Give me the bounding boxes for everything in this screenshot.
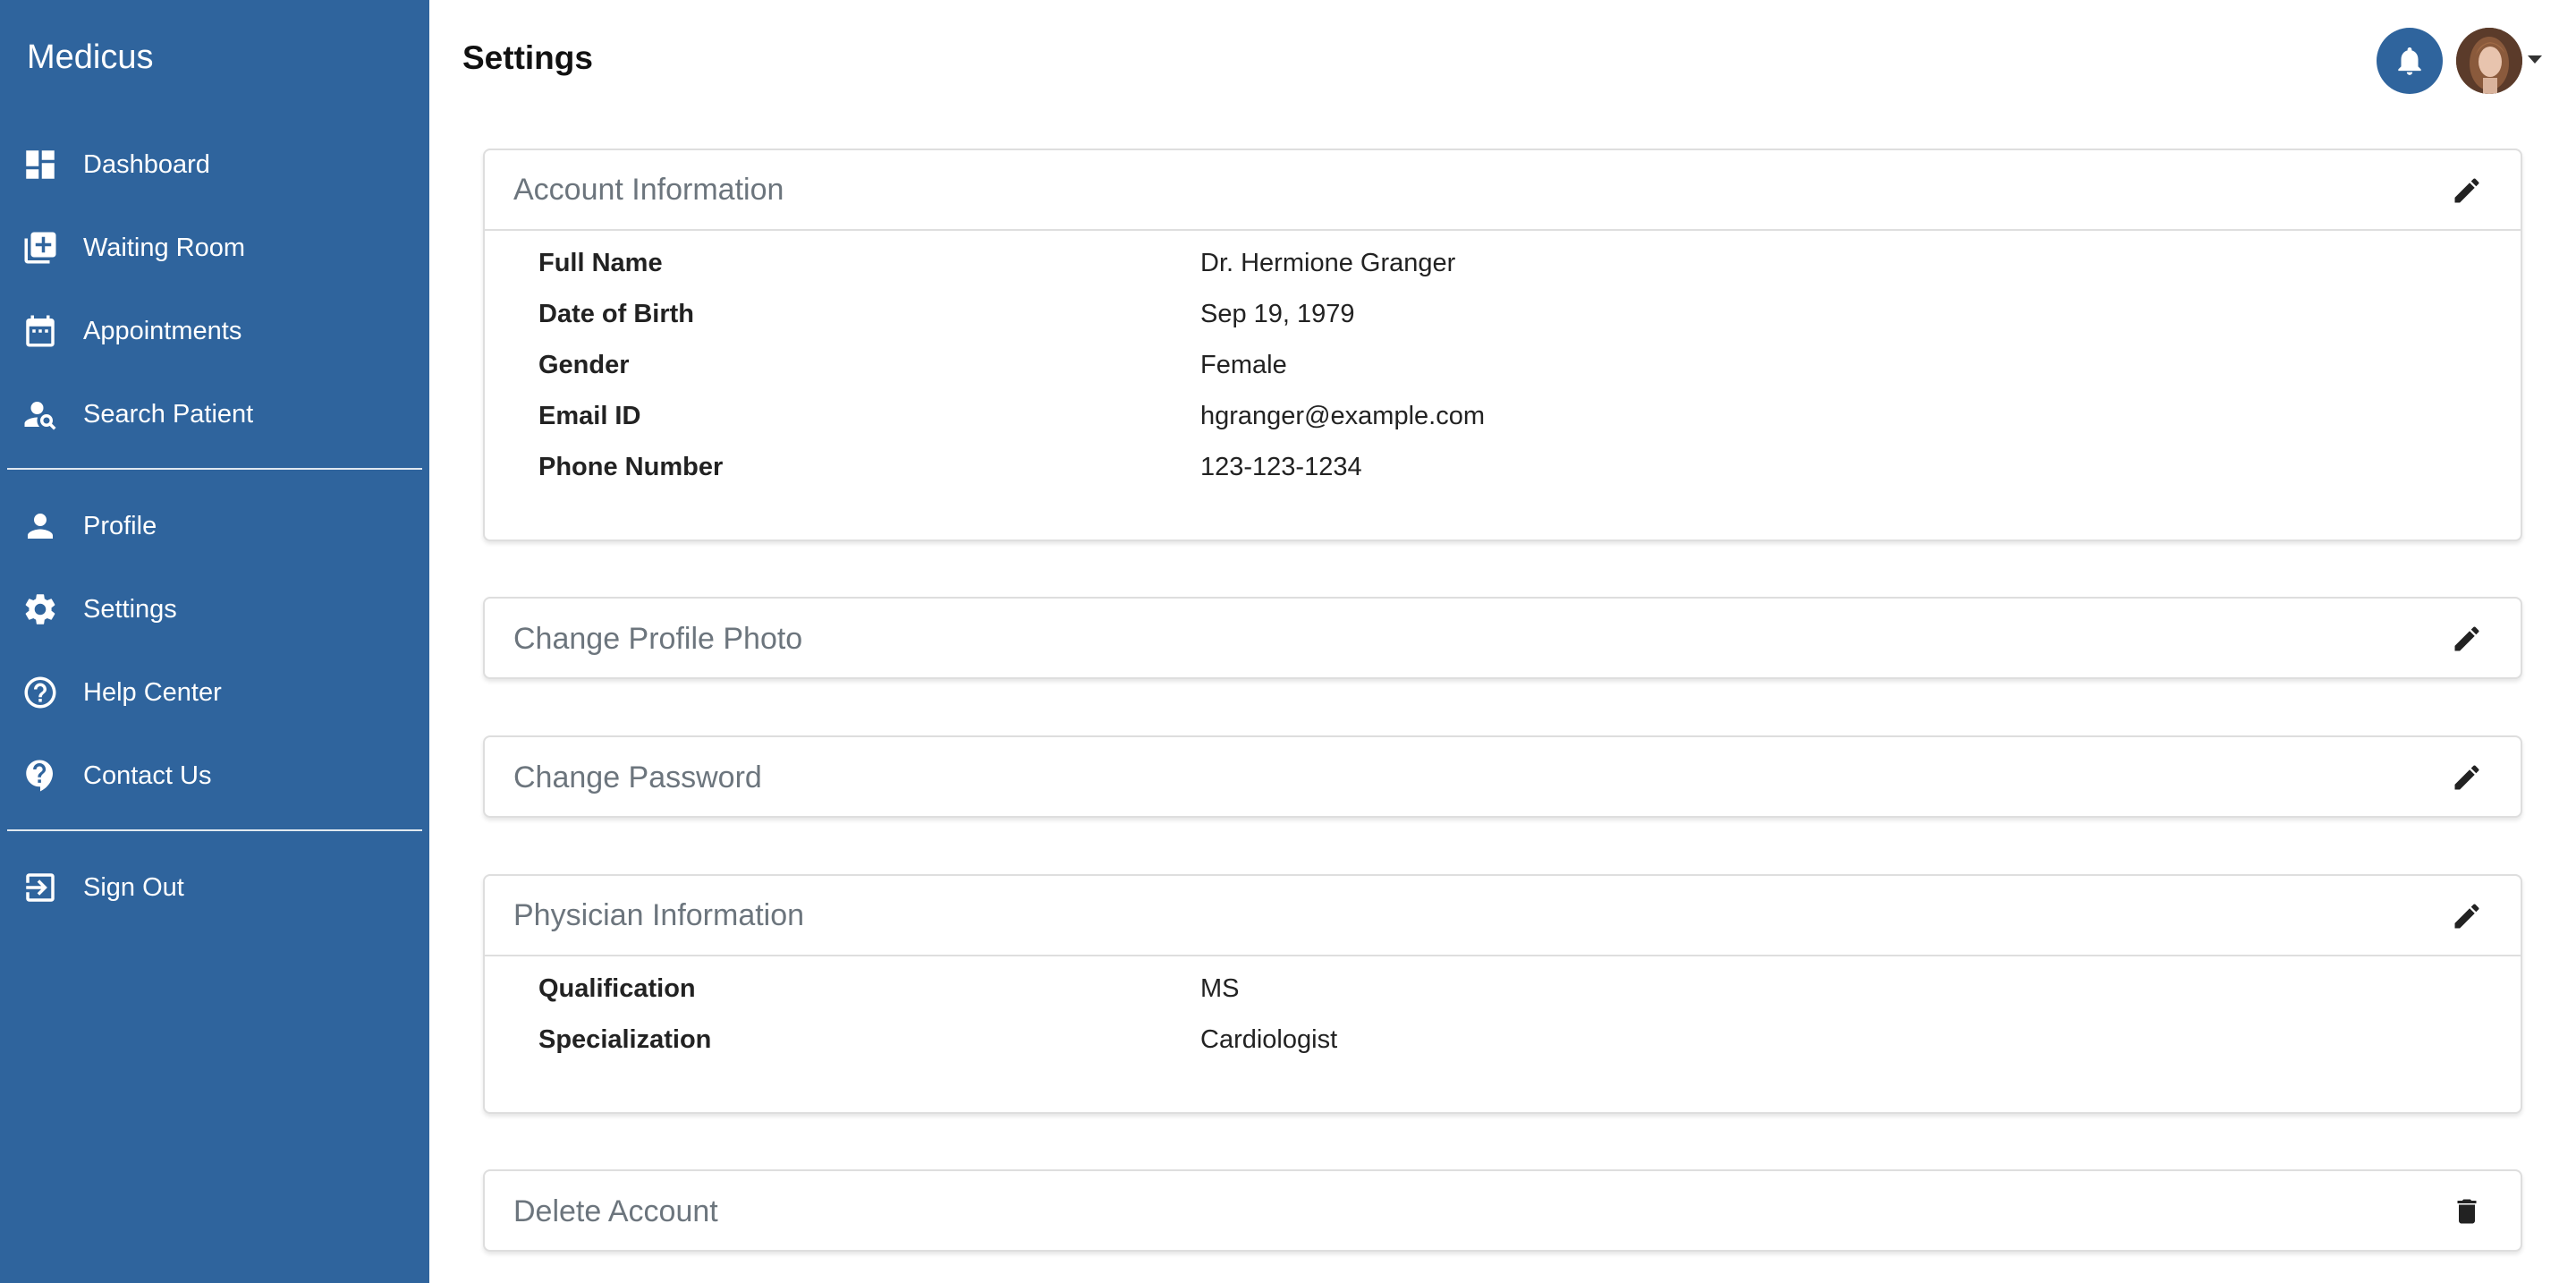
info-value: hgranger@example.com: [1200, 402, 1485, 430]
sidebar-item-label: Appointments: [83, 316, 242, 345]
sidebar-item-label: Contact Us: [83, 760, 212, 790]
card-title: Delete Account: [513, 1194, 718, 1228]
info-value: 123-123-1234: [1200, 453, 1362, 481]
notifications-button[interactable]: [2377, 28, 2443, 94]
page-title: Settings: [462, 39, 593, 76]
info-label: Full Name: [538, 249, 663, 277]
change-password-card: Change Password: [483, 735, 2522, 818]
card-header[interactable]: Delete Account: [485, 1171, 2521, 1252]
sidebar-item-label: Profile: [83, 511, 157, 540]
info-row: Phone Number 123-123-1234: [485, 444, 2521, 495]
person-search-icon: [20, 396, 61, 432]
card-title: Change Profile Photo: [513, 621, 803, 656]
user-photo: [2456, 28, 2522, 94]
sidebar: Medicus Dashboard Waiting Room Appointme…: [0, 0, 429, 1283]
info-label: Date of Birth: [538, 300, 694, 328]
sidebar-item-label: Settings: [83, 594, 177, 624]
info-label: Specialization: [538, 1025, 712, 1054]
card-title: Change Password: [513, 760, 762, 794]
edit-physician-button[interactable]: [2449, 898, 2485, 934]
person-icon: [20, 508, 61, 544]
sidebar-divider: [7, 468, 422, 470]
info-label: Qualification: [538, 974, 696, 1003]
info-label: Gender: [538, 351, 630, 379]
delete-account-button[interactable]: [2449, 1194, 2485, 1229]
info-value: Dr. Hermione Granger: [1200, 249, 1456, 277]
info-value: Female: [1200, 351, 1287, 379]
info-value: Cardiologist: [1200, 1025, 1338, 1054]
edit-password-button[interactable]: [2449, 760, 2485, 795]
sidebar-item-label: Waiting Room: [83, 233, 246, 262]
card-title: Account Information: [513, 172, 784, 207]
card-header[interactable]: Change Profile Photo: [485, 599, 2521, 679]
gear-icon: [20, 591, 61, 627]
help-circle-icon: [20, 675, 61, 710]
pencil-icon: [2454, 626, 2479, 651]
card-header[interactable]: Account Information: [485, 150, 2521, 231]
sidebar-item-label: Search Patient: [83, 399, 254, 429]
info-row: Gender Female: [485, 342, 2521, 393]
card-header[interactable]: Change Password: [485, 737, 2521, 818]
change-profile-photo-card: Change Profile Photo: [483, 597, 2522, 679]
sidebar-item-search-patient[interactable]: Search Patient: [0, 378, 429, 450]
avatar[interactable]: [2456, 28, 2522, 94]
delete-account-card: Delete Account: [483, 1169, 2522, 1252]
trash-icon: [2457, 1199, 2477, 1224]
sidebar-item-settings[interactable]: Settings: [0, 574, 429, 645]
sidebar-item-help-center[interactable]: Help Center: [0, 657, 429, 728]
calendar-icon: [20, 313, 61, 349]
info-row: Qualification MS: [485, 965, 2521, 1016]
edit-account-button[interactable]: [2449, 173, 2485, 208]
sidebar-divider: [7, 829, 422, 831]
edit-profile-photo-button[interactable]: [2449, 621, 2485, 657]
info-row: Date of Birth Sep 19, 1979: [485, 291, 2521, 342]
account-information-card: Account Information Full Name Dr. Hermio…: [483, 149, 2522, 541]
sidebar-item-waiting-room[interactable]: Waiting Room: [0, 212, 429, 284]
logout-icon: [20, 870, 61, 905]
info-row: Specialization Cardiologist: [485, 1016, 2521, 1067]
sidebar-item-contact-us[interactable]: Contact Us: [0, 740, 429, 811]
sidebar-item-label: Sign Out: [83, 872, 184, 902]
card-title: Physician Information: [513, 897, 805, 932]
card-header[interactable]: Physician Information: [485, 876, 2521, 956]
add-to-queue-icon: [20, 230, 61, 266]
pencil-icon: [2454, 904, 2479, 929]
pencil-icon: [2454, 765, 2479, 790]
info-value: MS: [1200, 974, 1240, 1003]
sidebar-item-label: Help Center: [83, 677, 222, 707]
sidebar-item-label: Dashboard: [83, 149, 210, 179]
sidebar-item-dashboard[interactable]: Dashboard: [0, 129, 429, 200]
info-value: Sep 19, 1979: [1200, 300, 1355, 328]
sidebar-item-sign-out[interactable]: Sign Out: [0, 852, 429, 923]
card-body: Qualification MS Specialization Cardiolo…: [485, 956, 2521, 1067]
sidebar-item-profile[interactable]: Profile: [0, 490, 429, 562]
physician-information-card: Physician Information Qualification MS S…: [483, 874, 2522, 1114]
info-label: Email ID: [538, 402, 641, 430]
card-body: Full Name Dr. Hermione Granger Date of B…: [485, 231, 2521, 495]
avatar-dropdown-caret[interactable]: [2528, 55, 2542, 64]
info-row: Email ID hgranger@example.com: [485, 393, 2521, 444]
sidebar-item-appointments[interactable]: Appointments: [0, 295, 429, 367]
brand-logo[interactable]: Medicus: [27, 34, 154, 81]
dashboard-icon: [20, 147, 61, 183]
info-row: Full Name Dr. Hermione Granger: [485, 240, 2521, 291]
contact-support-icon: [20, 758, 61, 794]
info-label: Phone Number: [538, 453, 724, 481]
pencil-icon: [2454, 178, 2479, 203]
bell-icon: [2398, 47, 2421, 75]
